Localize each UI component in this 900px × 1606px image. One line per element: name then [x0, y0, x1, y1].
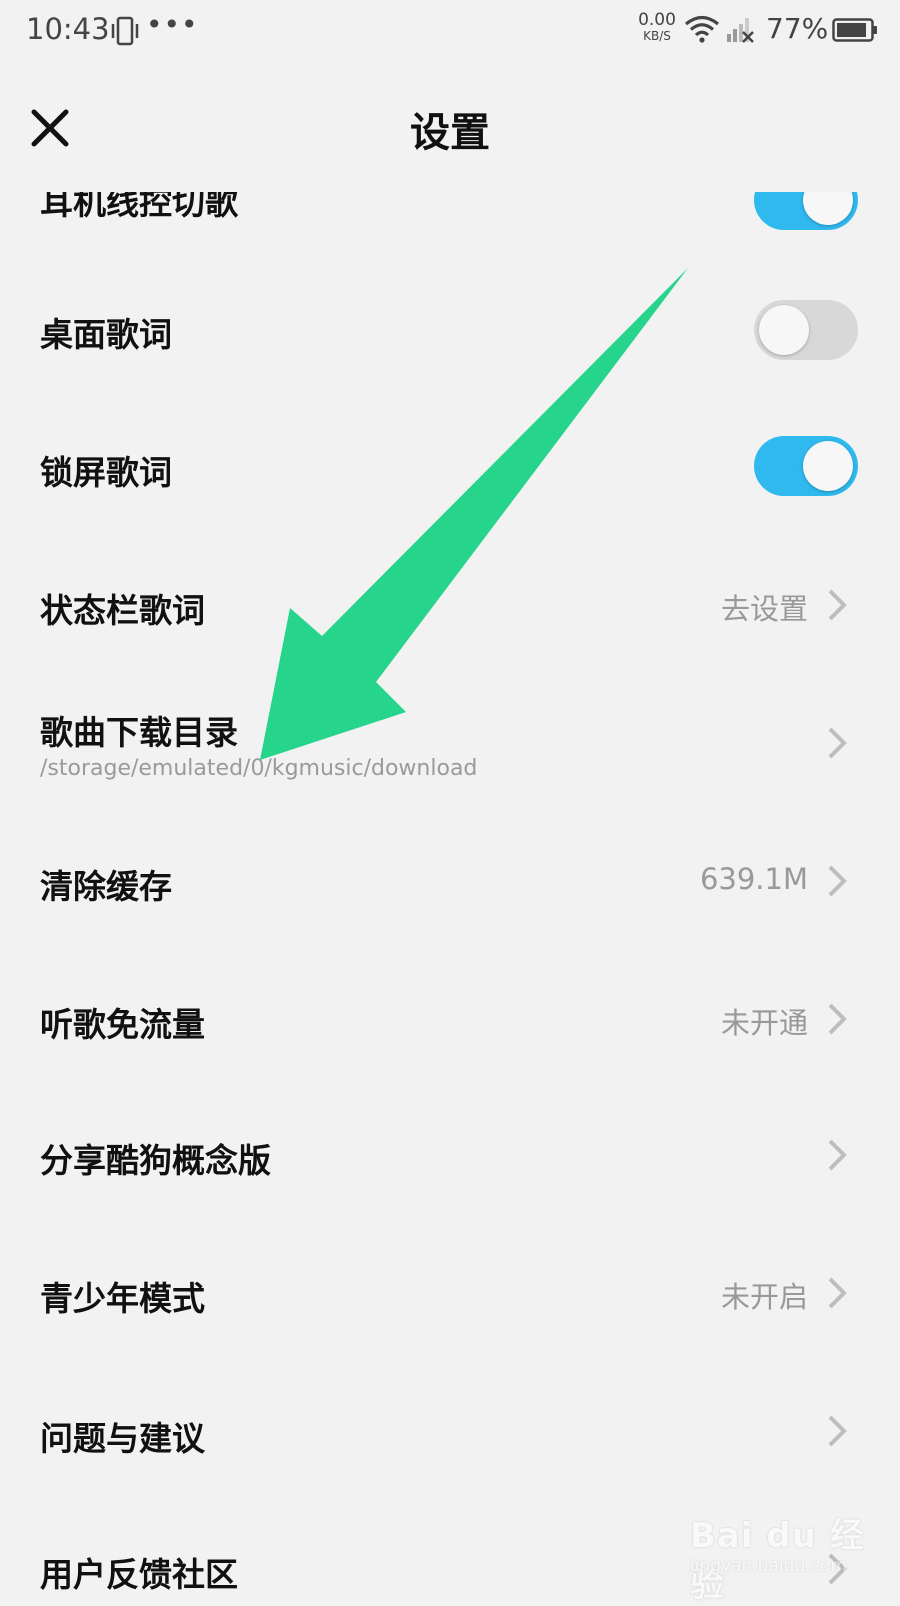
setting-label: 用户反馈社区 — [40, 1555, 238, 1594]
toggle-knob — [803, 192, 853, 225]
setting-label: 问题与建议 — [40, 1419, 205, 1458]
status-bar: 10:43 ••• 0.00 KB/S 77% — [0, 0, 900, 64]
setting-lockscreen-lyrics[interactable]: 锁屏歌词 — [0, 420, 900, 520]
setting-statusbar-lyrics[interactable]: 状态栏歌词 去设置 — [0, 558, 900, 658]
setting-teen-mode[interactable]: 青少年模式 未开启 — [0, 1246, 900, 1346]
setting-value: 去设置 — [720, 592, 808, 626]
chevron-right-icon — [828, 1277, 847, 1309]
setting-value: 未开启 — [720, 1280, 808, 1314]
setting-headset-control[interactable]: 耳机线控切歌 — [0, 192, 900, 252]
setting-feedback[interactable]: 问题与建议 — [0, 1384, 900, 1484]
top-bar: 设置 — [0, 64, 900, 192]
more-dots-icon: ••• — [146, 8, 199, 41]
setting-label: 状态栏歌词 — [40, 591, 205, 630]
wifi-icon — [684, 15, 720, 43]
vibrate-icon — [111, 16, 139, 46]
setting-label: 桌面歌词 — [40, 315, 172, 354]
chevron-right-icon — [828, 727, 847, 759]
setting-label: 锁屏歌词 — [40, 453, 172, 492]
chevron-right-icon — [828, 589, 847, 621]
watermark-url: jingyan.baidu.com — [690, 1556, 847, 1576]
setting-label: 清除缓存 — [40, 867, 172, 906]
setting-label: 分享酷狗概念版 — [40, 1141, 271, 1180]
setting-download-directory[interactable]: 歌曲下载目录 /storage/emulated/0/kgmusic/downl… — [0, 692, 900, 812]
status-time: 10:43 — [26, 12, 110, 46]
setting-label: 听歌免流量 — [40, 1005, 205, 1044]
setting-value: 639.1M — [699, 862, 808, 896]
chevron-right-icon — [828, 1139, 847, 1171]
net-speed-value: 0.00 — [638, 10, 676, 30]
net-speed-unit: KB/S — [643, 29, 671, 43]
battery-percent: 77% — [766, 12, 829, 45]
setting-value: 未开通 — [720, 1006, 808, 1040]
setting-free-data[interactable]: 听歌免流量 未开通 — [0, 970, 900, 1070]
battery-icon — [832, 18, 877, 42]
setting-clear-cache[interactable]: 清除缓存 639.1M — [0, 832, 900, 932]
page-title: 设置 — [410, 110, 490, 156]
toggle-knob — [803, 441, 853, 491]
setting-label: 歌曲下载目录 — [40, 713, 238, 752]
baidu-watermark: Bai du 经验 jingyan.baidu.com — [690, 1500, 880, 1605]
setting-share-app[interactable]: 分享酷狗概念版 — [0, 1108, 900, 1208]
signal-icon — [727, 18, 754, 43]
chevron-right-icon — [828, 865, 847, 897]
setting-label: 青少年模式 — [40, 1279, 205, 1318]
setting-desktop-lyrics[interactable]: 桌面歌词 — [0, 280, 900, 380]
settings-list: 耳机线控切歌 桌面歌词 锁屏歌词 状态栏歌词 去设置 歌曲下载目录 /stora… — [0, 192, 900, 1600]
net-speed: 0.00 KB/S — [636, 12, 678, 44]
chevron-right-icon — [828, 1415, 847, 1447]
lockscreen-lyrics-toggle[interactable] — [754, 436, 858, 496]
toggle-knob — [759, 305, 809, 355]
chevron-right-icon — [828, 1003, 847, 1035]
headset-control-toggle[interactable] — [754, 192, 858, 230]
setting-label: 耳机线控切歌 — [40, 192, 238, 222]
setting-sublabel: /storage/emulated/0/kgmusic/download — [40, 756, 478, 781]
desktop-lyrics-toggle[interactable] — [754, 300, 858, 360]
